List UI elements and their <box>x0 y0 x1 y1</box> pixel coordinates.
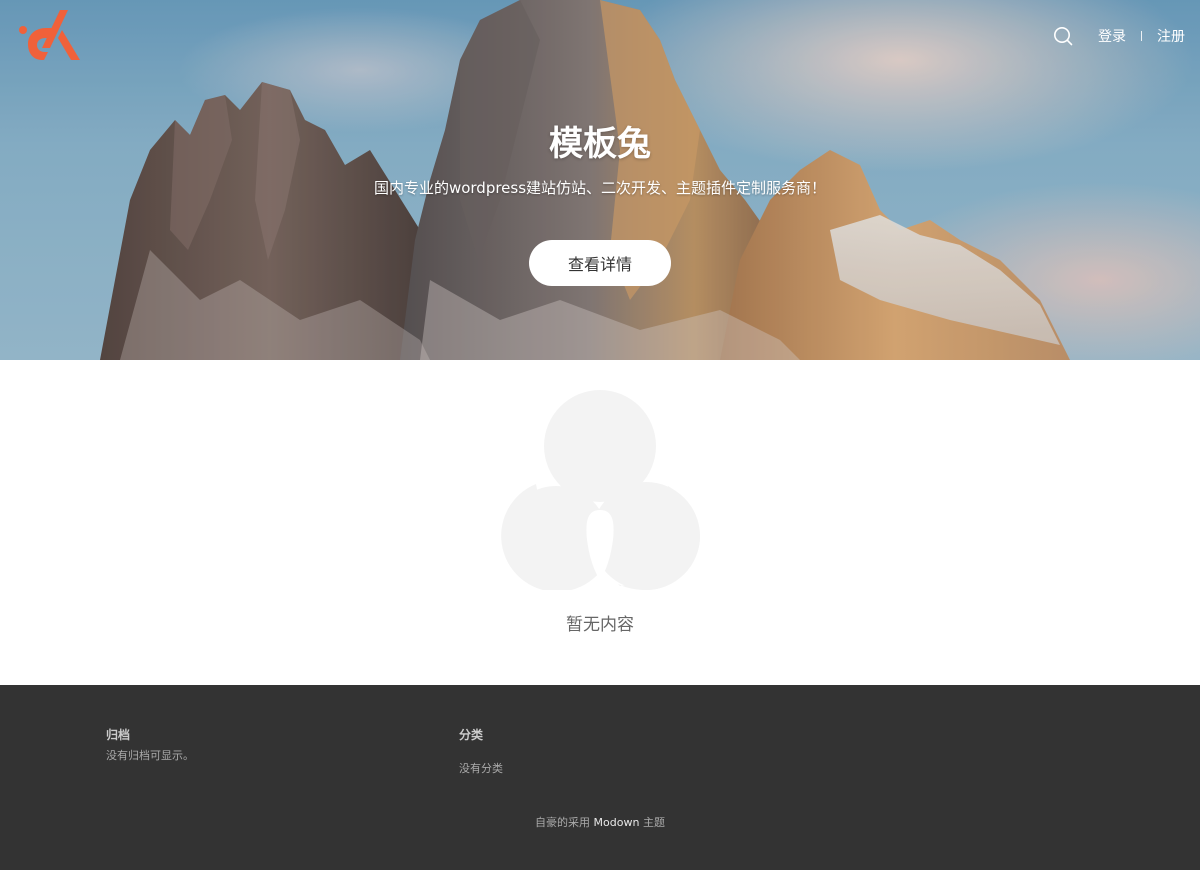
search-icon <box>1054 27 1073 46</box>
archives-empty-text: 没有归档可显示。 <box>106 749 194 762</box>
brand-logo-icon <box>19 10 80 60</box>
theme-link[interactable]: Modown <box>594 816 640 829</box>
footer-credit: 自豪的采用 Modown 主题 <box>0 814 1200 830</box>
site-footer: 归档 没有归档可显示。 分类 没有分类 自豪的采用 Modown 主题 <box>0 685 1200 870</box>
categories-title: 分类 <box>459 728 484 742</box>
hero-banner: 登录 注册 模板兔 国内专业的wordpress建站仿站、二次开发、主题插件定制… <box>0 0 1200 360</box>
search-button[interactable] <box>1052 25 1074 47</box>
empty-message: 暂无内容 <box>566 615 634 635</box>
hero-title: 模板兔 <box>549 124 651 164</box>
brand-logo[interactable] <box>16 8 84 64</box>
header-nav: 登录 注册 <box>1052 24 1185 48</box>
login-link[interactable]: 登录 <box>1098 26 1126 46</box>
credit-prefix: 自豪的采用 <box>535 816 591 829</box>
hero-subtitle: 国内专业的wordpress建站仿站、二次开发、主题插件定制服务商！ <box>373 179 827 197</box>
empty-content-icon <box>501 390 700 590</box>
archives-widget: 归档 没有归档可显示。 <box>106 726 194 763</box>
view-details-button[interactable]: 查看详情 <box>529 240 671 286</box>
categories-widget: 分类 没有分类 <box>459 726 503 776</box>
register-link[interactable]: 注册 <box>1157 26 1185 46</box>
archives-title: 归档 <box>106 728 131 742</box>
credit-suffix: 主题 <box>642 816 665 829</box>
categories-empty-text: 没有分类 <box>459 762 503 775</box>
nav-divider <box>1141 31 1142 41</box>
content-area: 暂无内容 <box>0 360 1200 685</box>
